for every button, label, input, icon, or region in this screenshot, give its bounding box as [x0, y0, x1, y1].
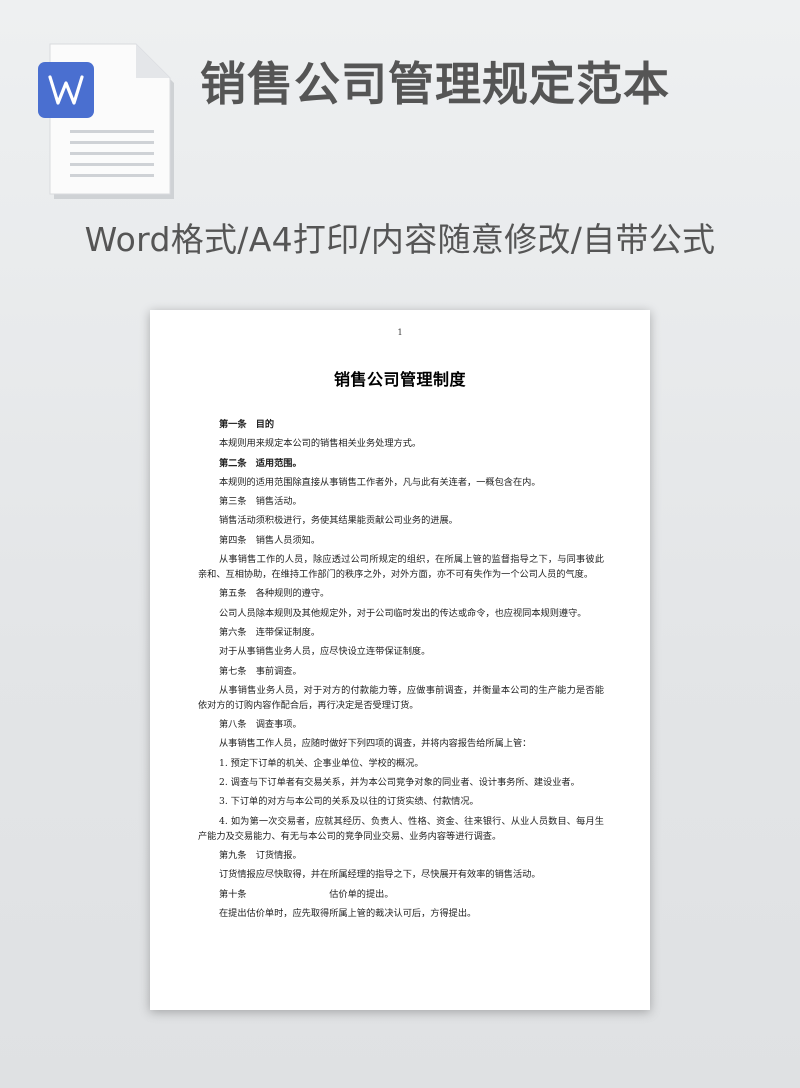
section-heading: 第二条 适用范围。: [219, 457, 302, 469]
paragraph: 从事销售工作人员，应随时做好下列四项的调查，并将内容报告给所属上管：: [219, 738, 532, 750]
paragraph: 第八条 调查事项。: [219, 719, 302, 731]
paragraph: 第九条 订货情报。: [219, 849, 302, 861]
paragraph: 从事销售业务人员，对于对方的付款能力等，应做事前调查，并衡量本公司的生产能力是否…: [198, 684, 604, 711]
paragraph: 本规则的适用范围除直接从事销售工作者外，凡与此有关连者，一概包含在内。: [219, 476, 541, 488]
paragraph: 从事销售工作的人员，除应透过公司所规定的组织，在所属上管的监督指导之下，与同事彼…: [198, 554, 604, 581]
document-title: 销售公司管理制度: [333, 370, 466, 389]
word-file-icon: [38, 43, 174, 199]
paragraph: 第四条 销售人员须知。: [219, 534, 321, 546]
section-heading: 第一条 目的: [219, 419, 275, 430]
paragraph: 公司人员除本规则及其他规定外，对于公司临时发出的传达或命令，也应视同本规则遵守。: [219, 607, 587, 619]
page-title: 销售公司管理规定范本: [200, 57, 670, 111]
paragraph: 销售活动须积极进行，务使其结果能贡献公司业务的进展。: [219, 515, 458, 527]
paragraph: 第三条 销售活动。: [219, 496, 302, 508]
paragraph: 第十条 估价单的提出。: [219, 888, 394, 900]
paragraph: 对于从事销售业务人员，应尽快设立连带保证制度。: [219, 646, 431, 658]
page-number: 1: [397, 328, 403, 337]
document-page: 1 销售公司管理制度 第一条 目的本规则用来规定本公司的销售相关业务处理方式。第…: [150, 310, 650, 1010]
paragraph: 订货情报应尽快取得，并在所属经理的指导之下，尽快展开有效率的销售活动。: [219, 869, 541, 881]
paragraph: 3. 下订单的对方与本公司的关系及以往的订货实绩、付款情况。: [219, 796, 479, 808]
paragraph: 本规则用来规定本公司的销售相关业务处理方式。: [219, 438, 422, 450]
paragraph: 1. 预定下订单的机关、企事业单位、学校的概况。: [219, 757, 424, 769]
paragraph: 4. 如为第一次交易者，应就其经历、负责人、性格、资金、往来银行、从业人员数目、…: [198, 815, 604, 842]
paragraph: 第七条 事前调查。: [219, 665, 302, 677]
subtitle: Word格式/A4打印/内容随意修改/自带公式: [84, 220, 716, 259]
paragraph: 2. 调查与下订单者有交易关系，并为本公司竞争对象的同业者、设计事务所、建设业者…: [219, 777, 580, 789]
paragraph: 在提出估价单时，应先取得所属上管的裁决认可后，方得提出。: [219, 907, 477, 919]
document-body: 第一条 目的本规则用来规定本公司的销售相关业务处理方式。 第二条 适用范围。本规则…: [198, 417, 604, 925]
paragraph: 第五条 各种规则的遵守。: [219, 588, 330, 600]
paragraph: 第六条 连带保证制度。: [219, 626, 321, 638]
